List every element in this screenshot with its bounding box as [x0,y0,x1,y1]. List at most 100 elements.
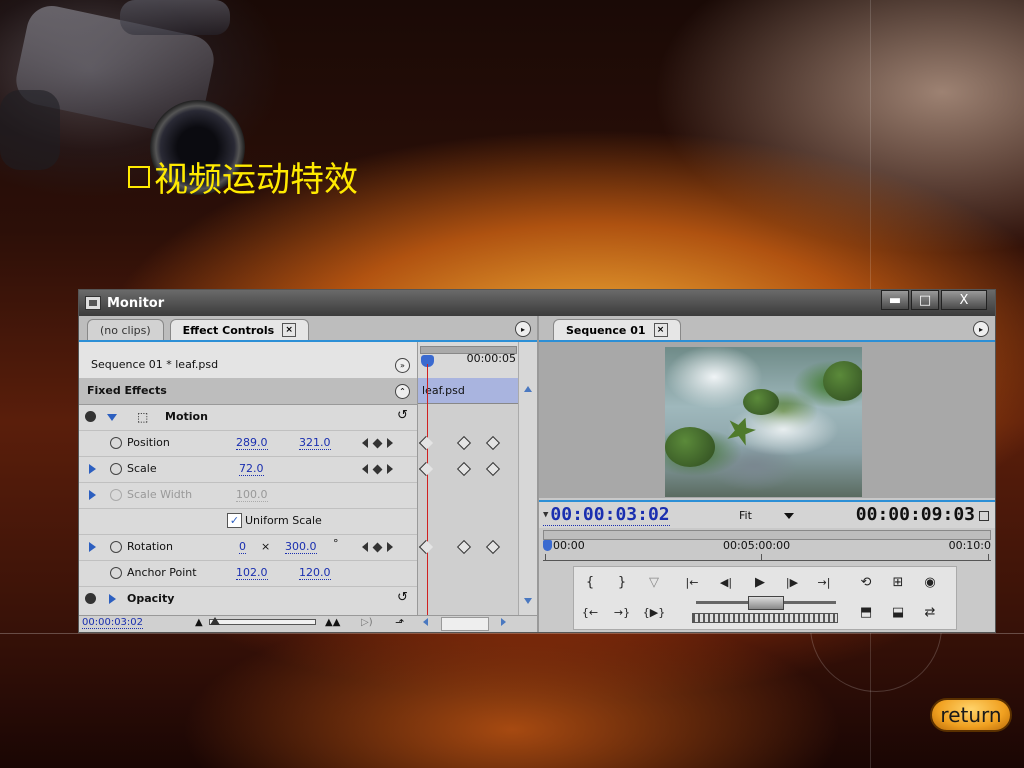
current-timecode[interactable]: 00:00:03:02 [82,617,144,629]
keyframe-navigator[interactable] [362,542,393,552]
loop-audio-icon[interactable]: ⬏ [395,616,404,629]
set-marker-button[interactable]: ▽ [644,573,664,591]
zoom-out-icon[interactable]: ▲ [195,617,203,628]
mark-in-button[interactable]: { [580,573,600,591]
prev-keyframe-icon[interactable] [362,438,368,448]
window-titlebar[interactable]: Monitor ▬ □ X [79,290,995,316]
effect-toggle-icon[interactable] [85,411,96,422]
playhead-icon[interactable] [543,540,552,551]
next-keyframe-icon[interactable] [387,438,393,448]
stopwatch-icon[interactable] [110,437,122,449]
expand-opacity-icon[interactable] [109,594,116,604]
keyframe-navigator[interactable] [362,464,393,474]
tab-sequence-01[interactable]: Sequence 01 × [553,319,681,340]
program-current-timecode[interactable]: ▼ 00:00:03:02 [543,504,670,526]
safe-margins-button[interactable]: ⊞ [888,573,908,591]
motion-effect-row[interactable]: ⬚ Motion ↺ [79,404,417,431]
go-to-previous-edit-button[interactable]: {← [580,603,600,621]
add-keyframe-icon[interactable] [372,464,383,474]
go-to-next-edit-button[interactable]: →} [612,603,632,621]
play-in-to-out-button[interactable]: {▶} [643,603,665,621]
stopwatch-icon[interactable] [110,567,122,579]
prev-keyframe-icon[interactable] [362,464,368,474]
keyframe-icon[interactable] [485,435,501,451]
uniform-scale-checkbox[interactable]: ✓ [227,513,242,528]
anchor-x-value[interactable]: 102.0 [236,566,268,580]
keyframe-navigator[interactable] [362,438,393,448]
mark-out-button[interactable]: } [612,573,632,591]
extract-button[interactable]: ⬓ [888,603,908,621]
keyframe-icon[interactable] [418,539,434,555]
shuttle-knob[interactable] [748,596,784,610]
return-button[interactable]: return [930,698,1012,732]
effect-timeline[interactable]: 00:00:05 leaf.psd [417,342,519,616]
zoom-in-icon[interactable]: ▲▲ [325,617,340,628]
chevron-down-icon[interactable] [784,513,794,519]
minimize-button[interactable]: ▬ [881,290,909,310]
loop-button[interactable]: ⟲ [856,573,876,591]
zoom-level-select[interactable]: Fit [739,509,752,522]
go-to-in-button[interactable]: |← [682,573,702,591]
clip-bar[interactable]: leaf.psd [418,378,519,404]
expand-motion-icon[interactable] [107,414,117,421]
rotation-turns-value[interactable]: 0 [239,540,246,554]
keyframe-icon[interactable] [485,461,501,477]
current-time-indicator[interactable] [427,364,428,616]
reset-icon[interactable]: ↺ [397,590,408,605]
close-button[interactable]: X [941,290,987,310]
scroll-left-icon[interactable] [423,618,428,626]
step-forward-button[interactable]: |▶ [782,573,802,591]
effect-toggle-icon[interactable] [85,593,96,604]
program-time-ruler[interactable]: 00:00 00:05:00:00 00:10:0 [543,528,991,562]
horizontal-scroll-thumb[interactable] [441,617,489,631]
opacity-effect-row[interactable]: Opacity ↺ [79,586,417,612]
add-keyframe-icon[interactable] [372,438,383,448]
anchor-y-value[interactable]: 120.0 [299,566,331,580]
keyframe-icon[interactable] [418,461,434,477]
motion-transform-icon[interactable]: ⬚ [137,410,148,424]
tab-close-icon[interactable]: × [653,323,668,337]
reset-icon[interactable]: ↺ [397,408,408,423]
play-audio-icon[interactable]: ▷) [361,617,373,628]
expand-scale-width-icon[interactable] [89,490,96,500]
zoom-slider-thumb[interactable] [210,617,220,625]
scroll-down-icon[interactable] [524,598,532,604]
panel-menu-icon[interactable]: ▸ [515,321,531,337]
position-x-value[interactable]: 289.0 [236,436,268,450]
scale-value[interactable]: 72.0 [239,462,264,476]
trim-button[interactable]: ⇄ [920,603,940,621]
expand-rotation-icon[interactable] [89,542,96,552]
output-button[interactable]: ◉ [920,573,940,591]
keyframe-icon[interactable] [456,435,472,451]
add-keyframe-icon[interactable] [372,542,383,552]
go-to-out-button[interactable]: →| [814,573,834,591]
keyframe-icon[interactable] [456,461,472,477]
program-viewer[interactable] [539,342,995,498]
shuttle-slider[interactable] [696,596,836,610]
scroll-right-icon[interactable] [501,618,506,626]
stopwatch-icon[interactable] [110,463,122,475]
tab-effect-controls[interactable]: Effect Controls × [169,319,310,340]
keyframe-icon[interactable] [456,539,472,555]
scroll-up-icon[interactable] [524,386,532,392]
position-y-value[interactable]: 321.0 [299,436,331,450]
tab-close-icon[interactable]: × [282,323,297,337]
stopwatch-icon[interactable] [110,541,122,553]
step-back-button[interactable]: ◀| [716,573,736,591]
show-hide-timeline-icon[interactable]: » [395,358,410,373]
tab-no-clips[interactable]: (no clips) [87,319,164,340]
lift-button[interactable]: ⬒ [856,603,876,621]
jog-wheel[interactable] [692,613,838,623]
next-keyframe-icon[interactable] [387,464,393,474]
prev-keyframe-icon[interactable] [362,542,368,552]
collapse-icon[interactable]: ⌃ [395,384,410,399]
zoom-slider[interactable] [209,617,316,625]
keyframe-icon[interactable] [418,435,434,451]
maximize-button[interactable]: □ [911,290,939,310]
keyframe-icon[interactable] [485,539,501,555]
rotation-degrees-value[interactable]: 300.0 [285,540,317,554]
panel-menu-icon[interactable]: ▸ [973,321,989,337]
next-keyframe-icon[interactable] [387,542,393,552]
vertical-scrollbar[interactable] [518,342,537,616]
play-button[interactable]: ▶ [750,573,770,591]
